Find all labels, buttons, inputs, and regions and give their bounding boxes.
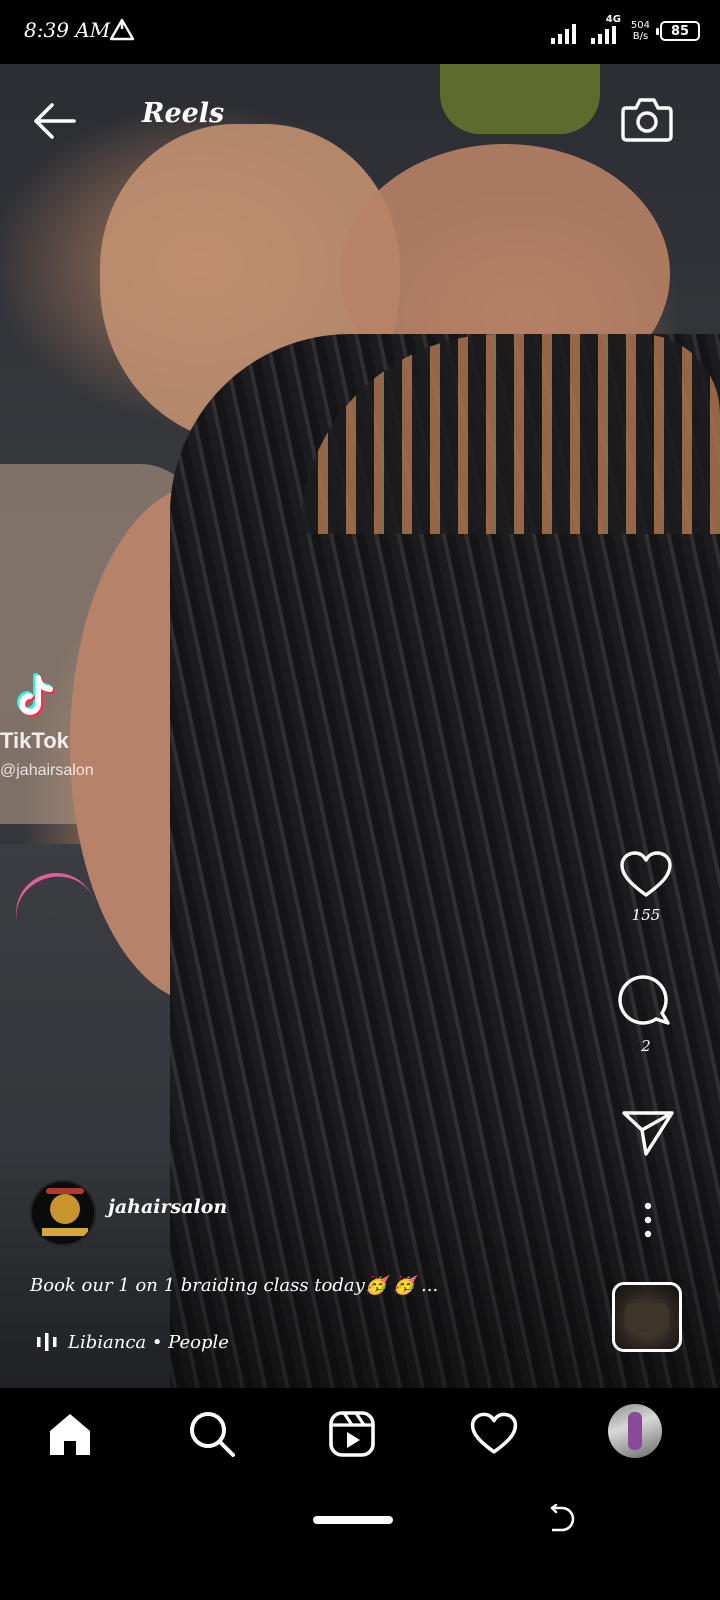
notification-triangle-icon bbox=[109, 18, 135, 41]
home-gesture-pill[interactable] bbox=[313, 1516, 393, 1524]
network-label: 4G bbox=[605, 14, 621, 25]
heart-icon[interactable] bbox=[469, 1411, 519, 1457]
network-speed: 504 B/s bbox=[631, 20, 650, 42]
audio-bars-icon bbox=[37, 1333, 57, 1351]
arrow-left-icon[interactable] bbox=[30, 98, 80, 144]
tiktok-watermark-handle: @jahairsalon bbox=[0, 762, 94, 779]
nav-home[interactable] bbox=[44, 1408, 96, 1460]
signal-icon bbox=[550, 18, 581, 44]
status-indicators: 4G 504 B/s 85 bbox=[550, 14, 700, 48]
system-nav-bar bbox=[0, 1478, 720, 1600]
audio-thumbnail[interactable] bbox=[612, 1282, 682, 1352]
home-icon[interactable] bbox=[46, 1411, 94, 1457]
speed-value: 504 bbox=[630, 20, 650, 31]
back-gesture-icon[interactable] bbox=[546, 1504, 576, 1534]
page-title: Reels bbox=[142, 98, 225, 129]
video-cap-shape bbox=[440, 64, 600, 134]
nav-profile-avatar[interactable] bbox=[608, 1404, 662, 1458]
status-bar: 8:39 AM 4G 504 B/s 85 bbox=[0, 0, 720, 64]
like-button[interactable]: 155 bbox=[616, 850, 676, 924]
camera-icon[interactable] bbox=[620, 94, 674, 144]
comment-count: 2 bbox=[641, 1037, 651, 1055]
paper-plane-icon[interactable] bbox=[620, 1108, 676, 1158]
comment-bubble-icon[interactable] bbox=[618, 975, 674, 1031]
post-caption[interactable]: Book our 1 on 1 braiding class today🥳 🥳 … bbox=[30, 1275, 438, 1296]
tiktok-watermark-brand: TikTok bbox=[0, 728, 69, 753]
like-count: 155 bbox=[631, 906, 661, 924]
speed-unit: B/s bbox=[632, 31, 649, 42]
search-icon[interactable] bbox=[187, 1409, 237, 1459]
status-time: 8:39 AM bbox=[24, 18, 111, 42]
owner-username[interactable]: jahairsalon bbox=[108, 1196, 227, 1218]
heart-outline-icon[interactable] bbox=[618, 850, 674, 900]
more-vertical-icon[interactable] bbox=[636, 1200, 660, 1240]
audio-info[interactable]: Libianca • People bbox=[36, 1328, 229, 1356]
nav-reels[interactable] bbox=[326, 1408, 378, 1460]
battery-level: 85 bbox=[670, 23, 690, 39]
comment-button[interactable]: 2 bbox=[616, 975, 676, 1055]
owner-avatar[interactable] bbox=[30, 1180, 96, 1246]
reels-icon[interactable] bbox=[328, 1410, 376, 1458]
nav-activity[interactable] bbox=[468, 1408, 520, 1460]
signal-4g-icon: 4G bbox=[590, 14, 621, 44]
bottom-nav bbox=[0, 1388, 720, 1478]
battery-icon: 85 bbox=[656, 21, 700, 41]
tiktok-logo-icon bbox=[17, 673, 55, 717]
audio-title: Libianca • People bbox=[68, 1331, 229, 1353]
nav-search[interactable] bbox=[186, 1408, 238, 1460]
